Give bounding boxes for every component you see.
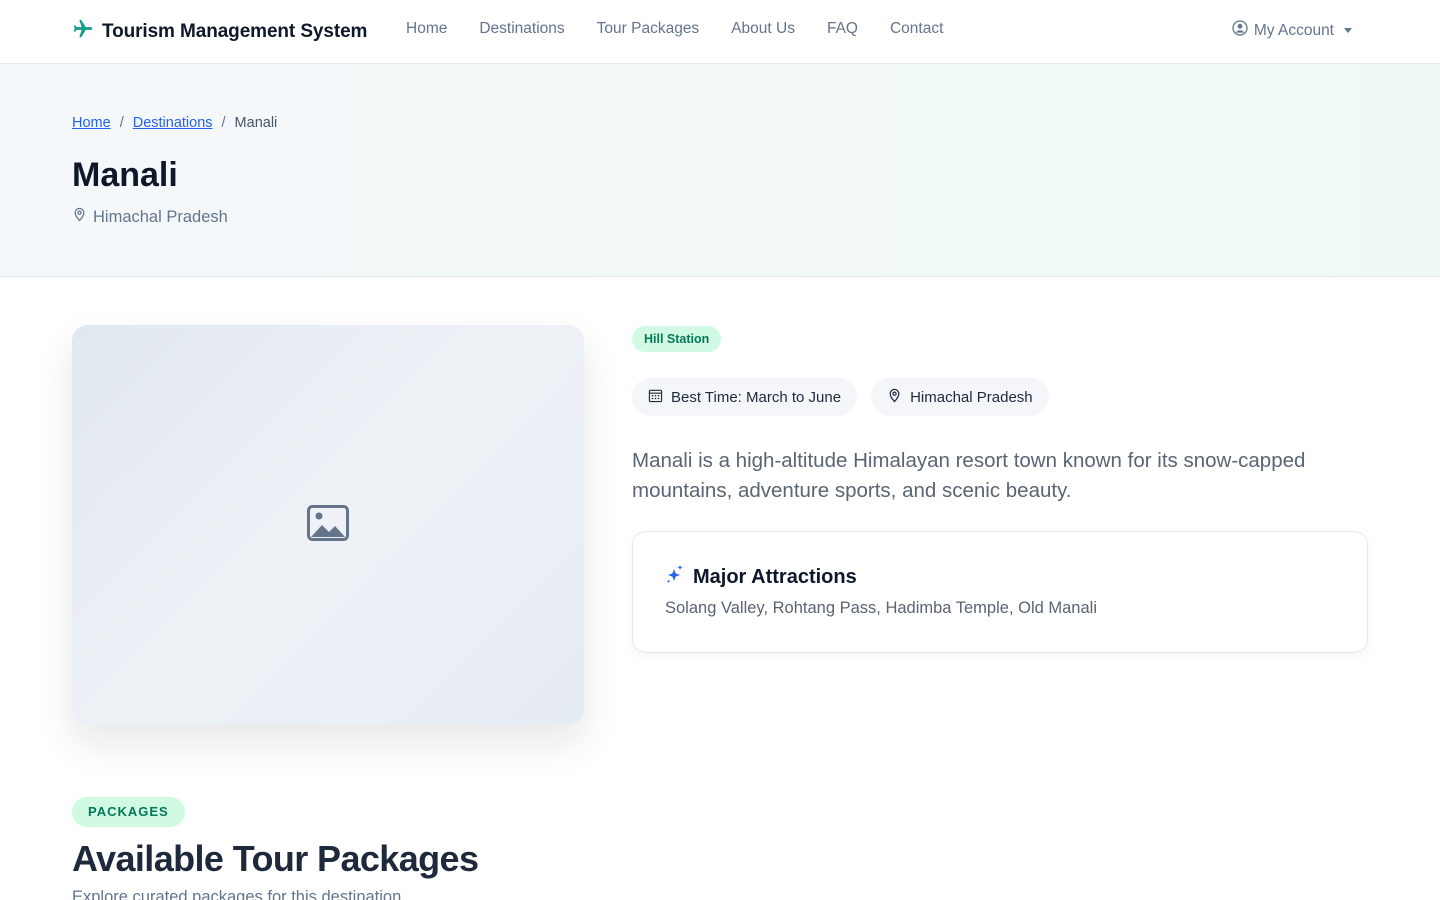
page-title: Manali — [72, 156, 178, 194]
breadcrumb-separator: / — [221, 115, 226, 131]
packages-title: Available Tour Packages — [72, 838, 479, 879]
packages-subtitle: Explore curated packages for this destin… — [72, 888, 406, 900]
breadcrumb-separator: / — [119, 115, 124, 131]
attractions-title: Major Attractions — [693, 565, 857, 588]
airplane-icon — [72, 18, 94, 45]
attractions-header: Major Attractions — [665, 564, 857, 590]
breadcrumb-destinations[interactable]: Destinations — [133, 115, 213, 131]
nav-contact[interactable]: Contact — [890, 20, 943, 38]
hero-location-text: Himachal Pradesh — [93, 207, 228, 226]
nav-destinations[interactable]: Destinations — [479, 20, 564, 38]
destination-image-placeholder — [72, 325, 584, 725]
info-chips: Best Time: March to June Himachal Prades… — [632, 378, 1049, 416]
nav-faq[interactable]: FAQ — [827, 20, 858, 38]
brand-name: Tourism Management System — [102, 20, 368, 42]
caret-down-icon — [1344, 28, 1352, 33]
breadcrumb: Home / Destinations / Manali — [72, 115, 277, 131]
main-nav: Home Destinations Tour Packages About Us… — [406, 20, 943, 38]
breadcrumb-home[interactable]: Home — [72, 115, 111, 131]
category-badge: Hill Station — [632, 326, 722, 352]
breadcrumb-current: Manali — [234, 115, 278, 131]
brand-link[interactable]: Tourism Management System — [72, 18, 367, 45]
state-chip: Himachal Pradesh — [871, 378, 1049, 416]
sparkles-icon — [665, 564, 684, 590]
map-pin-icon — [887, 388, 902, 407]
my-account-dropdown[interactable]: My Account — [1232, 20, 1352, 41]
user-circle-icon — [1232, 20, 1248, 41]
map-pin-icon — [72, 207, 87, 227]
major-attractions-card: Major Attractions Solang Valley, Rohtang… — [632, 531, 1368, 653]
packages-badge: PACKAGES — [72, 797, 185, 827]
best-time-text: Best Time: March to June — [671, 388, 842, 406]
state-text: Himachal Pradesh — [910, 388, 1033, 406]
hero-location: Himachal Pradesh — [72, 207, 228, 227]
page-header: Home / Destinations / Manali Manali Hima… — [0, 64, 1440, 277]
nav-about-us[interactable]: About Us — [731, 20, 795, 38]
nav-home[interactable]: Home — [406, 20, 447, 38]
nav-tour-packages[interactable]: Tour Packages — [597, 20, 700, 38]
my-account-label: My Account — [1253, 21, 1334, 39]
image-icon — [307, 504, 349, 546]
best-time-chip: Best Time: March to June — [632, 378, 858, 416]
destination-description: Manali is a high-altitude Himalayan reso… — [632, 449, 1306, 502]
navbar: Tourism Management System Home Destinati… — [0, 0, 1440, 64]
attractions-list: Solang Valley, Rohtang Pass, Hadimba Tem… — [665, 599, 1097, 617]
calendar-icon — [648, 388, 663, 407]
